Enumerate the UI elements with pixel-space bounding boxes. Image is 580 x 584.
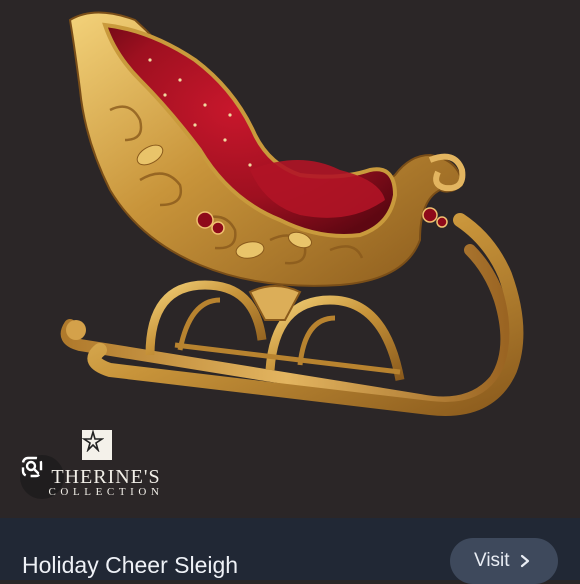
- brand-subtitle: COLLECTION: [48, 486, 164, 498]
- chevron-right-icon: [520, 554, 530, 568]
- brand-logo: THERINE'S COLLECTION: [26, 430, 186, 505]
- product-title: Holiday Cheer Sleigh: [22, 552, 239, 578]
- product-image[interactable]: THERINE'S COLLECTION: [0, 0, 580, 518]
- visit-button[interactable]: Visit: [450, 538, 558, 584]
- star-box-icon: [82, 430, 112, 460]
- product-info-bar: Holiday Cheer Sleigh Visit: [0, 518, 580, 584]
- visit-label: Visit: [474, 550, 510, 571]
